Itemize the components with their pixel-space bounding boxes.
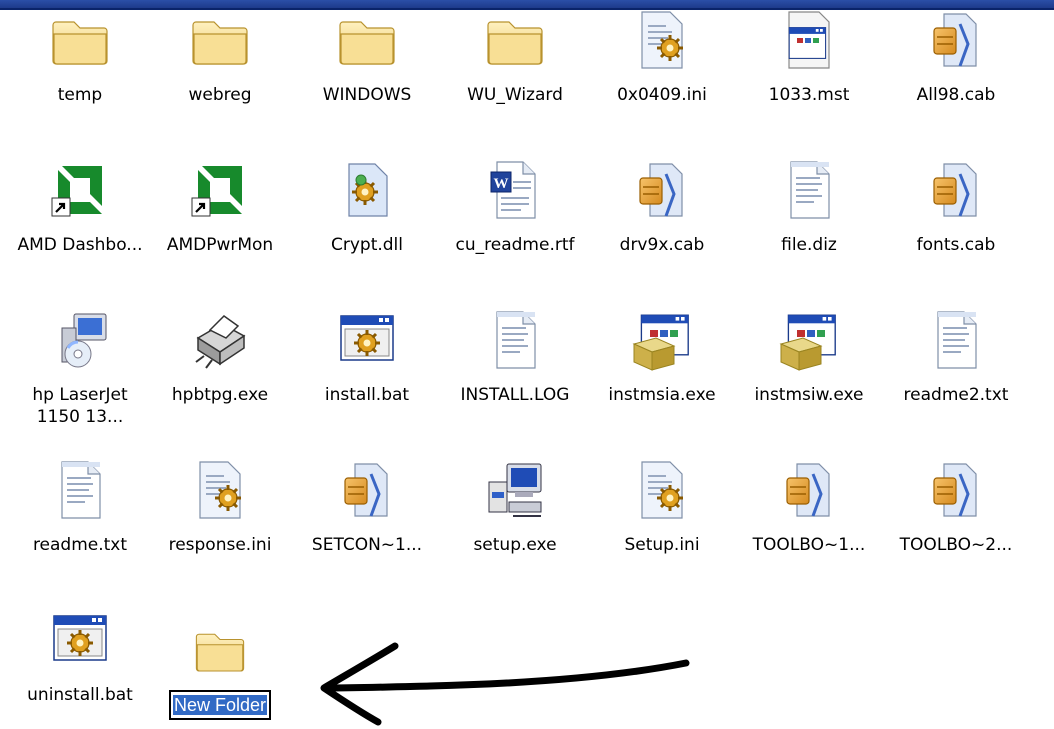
hand-drawn-arrow-icon: [320, 642, 690, 726]
